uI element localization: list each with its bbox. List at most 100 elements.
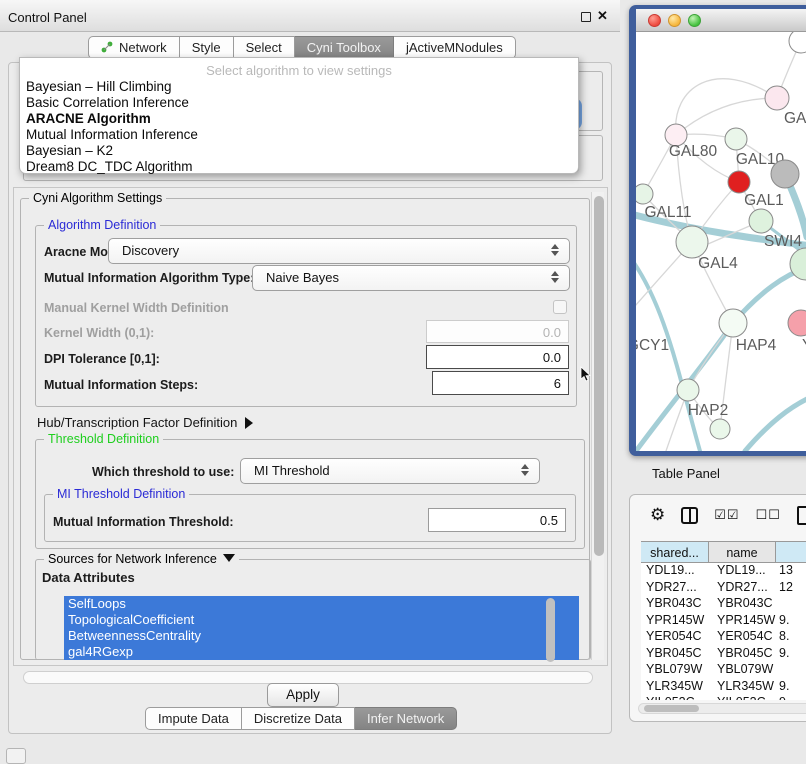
table-cell: YDL19... xyxy=(641,563,709,580)
spinner-arrows-icon xyxy=(551,244,560,256)
tab-cyni-toolbox[interactable]: Cyni Toolbox xyxy=(295,36,394,59)
table-row[interactable]: YBL079WYBL079W xyxy=(641,662,806,679)
attribute-item[interactable]: gal4RGexp xyxy=(64,644,579,660)
network-window-titlebar[interactable] xyxy=(636,9,806,32)
mi-steps-input[interactable]: 6 xyxy=(432,371,569,395)
algorithm-option[interactable]: Basic Correlation Inference xyxy=(20,95,578,111)
columns-icon[interactable] xyxy=(681,507,698,524)
table-cell: 9. xyxy=(776,646,806,663)
control-panel-tabbar: Network Style Select Cyni Toolbox jActiv… xyxy=(88,36,516,59)
algorithm-option[interactable]: Bayesian – K2 xyxy=(20,143,578,159)
table-panel: ⚙ ☑☑ ☐☐ shared... name YDL19...YDL19...1… xyxy=(629,494,806,722)
hub-expander[interactable]: Hub/Transcription Factor Definition xyxy=(37,415,253,430)
tab-discretize-data[interactable]: Discretize Data xyxy=(242,707,355,730)
algorithm-option[interactable]: Bayesian – Hill Climbing xyxy=(20,79,578,95)
column-header-shared-name[interactable]: shared... xyxy=(641,542,709,562)
gear-icon[interactable]: ⚙ xyxy=(650,505,665,525)
network-node[interactable] xyxy=(719,309,747,337)
table-row[interactable]: YER054CYER054C8. xyxy=(641,629,806,646)
table-cell: 9. xyxy=(776,679,806,696)
algorithm-dropdown: Select algorithm to view settings Bayesi… xyxy=(19,57,579,174)
bottom-tabbar: Impute Data Discretize Data Infer Networ… xyxy=(145,707,457,730)
network-node[interactable] xyxy=(725,128,747,150)
network-node[interactable] xyxy=(788,310,806,336)
deselect-all-icon[interactable]: ☐☐ xyxy=(756,507,781,523)
table-cell: YDR27... xyxy=(709,580,776,597)
table-row[interactable]: YBR045CYBR045C9. xyxy=(641,646,806,663)
spinner-arrows-icon xyxy=(551,271,560,283)
network-node[interactable] xyxy=(710,419,730,439)
column-header-partial[interactable] xyxy=(776,542,806,562)
mi-algorithm-type-combobox[interactable]: Naive Bayes xyxy=(252,265,570,291)
table-cell: YDR27... xyxy=(641,580,709,597)
tab-impute-data[interactable]: Impute Data xyxy=(145,707,242,730)
table-horizontal-scrollbar[interactable] xyxy=(638,703,806,714)
attributes-scrollbar[interactable] xyxy=(546,598,555,662)
select-all-icon[interactable]: ☑☑ xyxy=(714,507,739,523)
network-node[interactable] xyxy=(676,226,708,258)
algorithm-option[interactable]: Mutual Information Inference xyxy=(20,127,578,143)
table-cell xyxy=(776,596,806,613)
tab-infer-network[interactable]: Infer Network xyxy=(355,707,457,730)
attribute-item[interactable]: SelfLoops xyxy=(64,596,579,612)
close-traffic-light-icon[interactable] xyxy=(648,14,661,27)
settings-scroll-panel: Cyni Algorithm Settings Algorithm Defini… xyxy=(13,187,608,666)
document-icon[interactable] xyxy=(797,506,806,525)
settings-vertical-scrollbar[interactable] xyxy=(591,192,604,660)
table-row[interactable]: YLR345WYLR345W9. xyxy=(641,679,806,696)
algorithm-definition-group: Algorithm Definition Aracne Mode: Discov… xyxy=(35,225,577,407)
network-edge[interactable] xyxy=(745,397,806,451)
node-label: GAL11 xyxy=(644,204,691,221)
table-cell: 12 xyxy=(776,580,806,597)
aracne-mode-combobox[interactable]: Discovery xyxy=(108,238,570,264)
collapse-arrow-icon xyxy=(223,554,235,562)
network-canvas[interactable]: GALGAL80GAL10GAL1GAL11SWI4GAL4GCY1HAP4YH… xyxy=(636,32,806,451)
network-node[interactable] xyxy=(728,171,750,193)
tab-select[interactable]: Select xyxy=(234,36,295,59)
manual-kernel-label: Manual Kernel Width Definition xyxy=(44,301,229,315)
which-threshold-combobox[interactable]: MI Threshold xyxy=(240,458,540,484)
network-node[interactable] xyxy=(749,209,773,233)
column-header-name[interactable]: name xyxy=(709,542,776,562)
float-window-icon[interactable] xyxy=(581,12,591,22)
apply-button[interactable]: Apply xyxy=(267,683,339,707)
attribute-item[interactable]: BetweennessCentrality xyxy=(64,628,579,644)
network-node[interactable] xyxy=(677,379,699,401)
network-node[interactable] xyxy=(636,184,653,204)
algorithm-option[interactable]: ARACNE Algorithm xyxy=(20,111,578,127)
network-node[interactable] xyxy=(789,32,806,53)
close-icon[interactable]: ✕ xyxy=(597,8,608,24)
table-row[interactable]: YBR043CYBR043C xyxy=(641,596,806,613)
table-cell: YPR145W xyxy=(709,613,776,630)
table-row[interactable]: YIL052CYIL052C9 xyxy=(641,695,806,700)
dpi-tolerance-label: DPI Tolerance [0,1]: xyxy=(44,352,160,366)
network-node[interactable] xyxy=(765,86,789,110)
table-cell: YLR345W xyxy=(709,679,776,696)
tab-style[interactable]: Style xyxy=(180,36,234,59)
algorithm-option[interactable]: Dream8 DC_TDC Algorithm xyxy=(20,159,578,175)
node-label: GAL1 xyxy=(744,192,784,209)
dpi-tolerance-input[interactable]: 0.0 xyxy=(426,345,569,369)
table-cell: YBL079W xyxy=(641,662,709,679)
algorithm-dropdown-prompt: Select algorithm to view settings xyxy=(20,58,578,79)
zoom-traffic-light-icon[interactable] xyxy=(688,14,701,27)
tab-network[interactable]: Network xyxy=(88,36,180,59)
node-label: SWI4 xyxy=(764,233,802,250)
manual-kernel-checkbox[interactable] xyxy=(553,300,567,314)
minimize-traffic-light-icon[interactable] xyxy=(668,14,681,27)
table-panel-title: Table Panel xyxy=(652,466,720,481)
network-edge[interactable] xyxy=(676,98,777,135)
table-row[interactable]: YDL19...YDL19...13 xyxy=(641,563,806,580)
table-cell: 8. xyxy=(776,629,806,646)
table-row[interactable]: YPR145WYPR145W9. xyxy=(641,613,806,630)
kernel-width-input[interactable]: 0.0 xyxy=(426,320,569,343)
control-panel-titlebar: Control Panel ✕ xyxy=(0,0,620,32)
attribute-item[interactable]: TopologicalCoefficient xyxy=(64,612,579,628)
table-row[interactable]: YDR27...YDR27...12 xyxy=(641,580,806,597)
network-node[interactable] xyxy=(771,160,799,188)
mi-threshold-input[interactable]: 0.5 xyxy=(428,508,566,532)
table-cell: YBR043C xyxy=(709,596,776,613)
control-panel-title: Control Panel xyxy=(8,10,87,25)
node-label: GAL xyxy=(784,110,806,127)
tab-jactivemnodules[interactable]: jActiveMNodules xyxy=(394,36,516,59)
